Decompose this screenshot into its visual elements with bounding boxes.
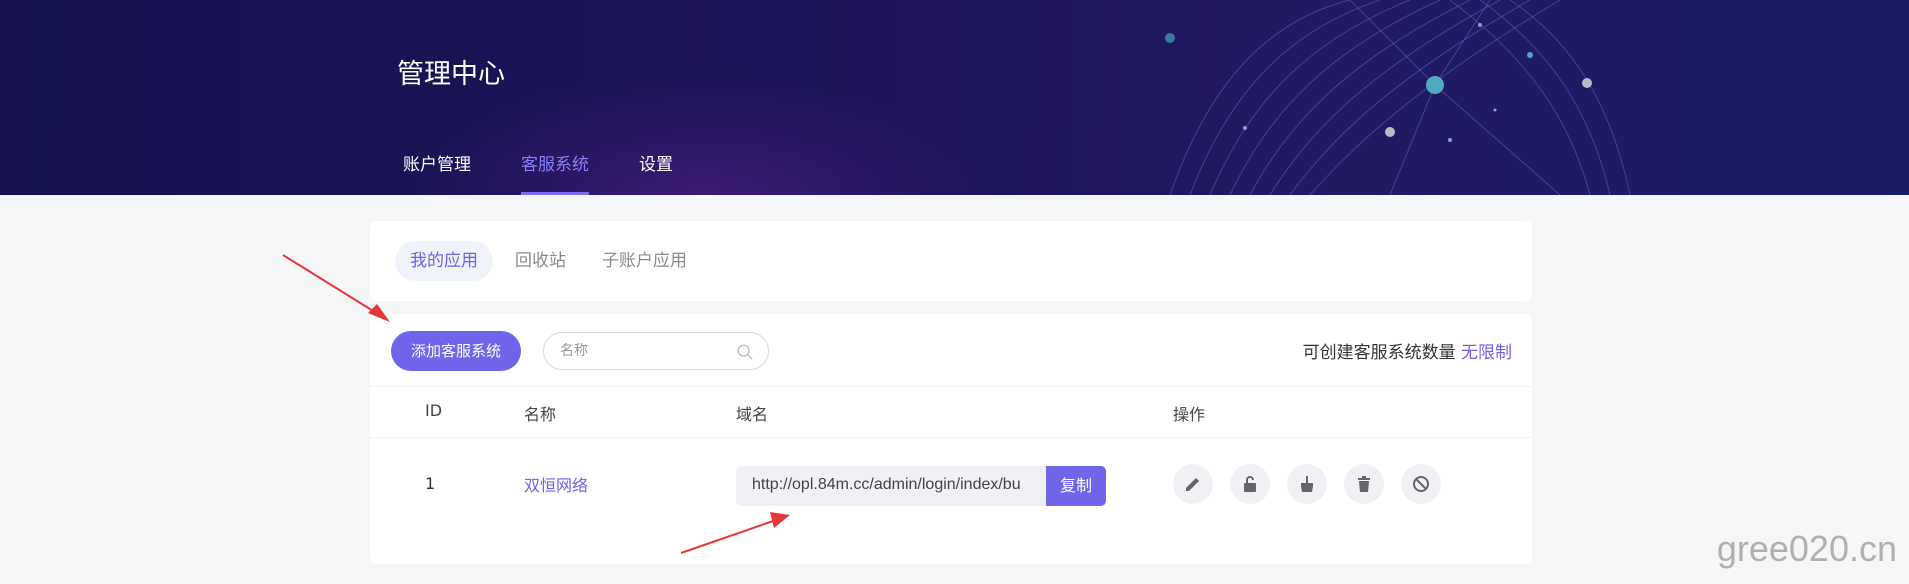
ban-icon	[1413, 476, 1429, 492]
column-header-domain: 域名	[736, 405, 769, 424]
top-nav: 账户管理 客服系统 设置	[403, 150, 723, 195]
add-service-system-button[interactable]: 添加客服系统	[391, 331, 521, 371]
domain-field: http://opl.84m.cc/admin/login/index/bu 复…	[736, 466, 1106, 506]
quota-info: 可创建客服系统数量 无限制	[1303, 338, 1512, 363]
quota-label: 可创建客服系统数量	[1302, 343, 1456, 363]
nav-item-settings[interactable]: 设置	[639, 150, 673, 195]
column-header-actions: 操作	[1173, 405, 1206, 424]
unlock-button[interactable]	[1230, 464, 1270, 504]
row-name-link[interactable]: 双恒网络	[524, 472, 588, 496]
app-list-card: 添加客服系统 可创建客服系统数量 无限制 ID 名称 域名 操作 1 双恒网络 …	[370, 314, 1532, 564]
nav-item-customer-service[interactable]: 客服系统	[521, 150, 589, 195]
watermark: gree020.cn	[1716, 528, 1897, 569]
row-id: 1	[425, 474, 436, 493]
row-actions	[1173, 464, 1458, 504]
column-header-name: 名称	[524, 405, 557, 424]
search-input[interactable]	[560, 341, 730, 361]
quota-value: 无限制	[1461, 343, 1512, 363]
annotation-arrow-add	[282, 254, 390, 322]
search-icon[interactable]	[736, 343, 754, 361]
edit-button[interactable]	[1173, 464, 1213, 504]
tab-recycle-bin[interactable]: 回收站	[500, 241, 581, 281]
unlock-icon	[1244, 476, 1256, 492]
clean-icon	[1301, 476, 1313, 492]
header-banner: 管理中心 账户管理 客服系统 设置	[0, 0, 1909, 195]
edit-icon	[1186, 478, 1199, 491]
column-header-id: ID	[425, 401, 443, 420]
table-header: ID 名称 域名 操作	[370, 386, 1532, 438]
trash-icon	[1358, 476, 1370, 492]
copy-button[interactable]: 复制	[1046, 466, 1106, 506]
disable-button[interactable]	[1401, 464, 1441, 504]
annotation-arrow-domain	[680, 512, 790, 554]
clean-button[interactable]	[1287, 464, 1327, 504]
search-field	[543, 332, 769, 370]
subtabs-card: 我的应用 回收站 子账户应用	[370, 221, 1532, 301]
tab-sub-account-apps[interactable]: 子账户应用	[587, 241, 702, 281]
delete-button[interactable]	[1344, 464, 1384, 504]
banner-decoration	[1165, 0, 1631, 195]
nav-item-account[interactable]: 账户管理	[403, 150, 471, 195]
page-title: 管理中心	[397, 59, 505, 90]
tab-my-apps[interactable]: 我的应用	[395, 241, 493, 281]
domain-text: http://opl.84m.cc/admin/login/index/bu	[752, 476, 1021, 493]
